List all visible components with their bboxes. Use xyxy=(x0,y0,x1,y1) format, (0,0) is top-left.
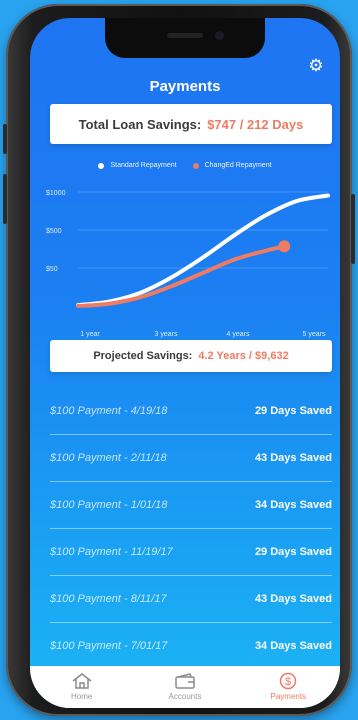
notch xyxy=(105,18,265,58)
legend-item-standard: Standard Repayment xyxy=(98,162,177,169)
payment-row[interactable]: $100 Payment - 1/01/18 34 Days Saved xyxy=(50,482,332,529)
legend-label-changed: ChangEd Repayment xyxy=(204,162,272,169)
phone-frame: ⚙ Payments Total Loan Savings: $747 / 21… xyxy=(3,4,355,716)
legend-dot-changed xyxy=(192,162,199,169)
chart-x-tick-label: 5 years xyxy=(303,331,326,338)
payment-list: $100 Payment - 4/19/18 29 Days Saved $10… xyxy=(50,388,332,670)
gear-icon[interactable]: ⚙ xyxy=(307,57,325,75)
payment-days-saved: 34 Days Saved xyxy=(254,640,332,652)
total-savings-label: Total Loan Savings: xyxy=(78,116,202,132)
payment-days-saved: 43 Days Saved xyxy=(254,452,332,464)
standard-repayment-line xyxy=(76,193,330,308)
projected-savings-value: 4.2 Years / $9,632 xyxy=(198,350,289,362)
tab-label-home: Home xyxy=(70,692,93,701)
payment-desc: $100 Payment - 11/19/17 xyxy=(50,546,173,558)
payment-row[interactable]: $100 Payment - 7/01/17 34 Days Saved xyxy=(50,623,332,670)
payment-row[interactable]: $100 Payment - 4/19/18 29 Days Saved xyxy=(50,388,332,435)
chart-y-tick-label: $50 xyxy=(46,266,58,273)
tab-payments[interactable]: $ Payments xyxy=(248,666,328,701)
total-savings-card: Total Loan Savings: $747 / 212 Days xyxy=(50,104,332,144)
projected-savings-label: Projected Savings: xyxy=(93,350,193,362)
page-title: Payments xyxy=(149,78,221,95)
wallet-icon xyxy=(175,673,195,689)
camera xyxy=(215,31,224,40)
chart-legend: Standard Repayment ChangEd Repayment xyxy=(30,162,340,169)
total-savings-value: $747 / 212 Days xyxy=(207,116,304,132)
payment-desc: $100 Payment - 1/01/18 xyxy=(50,499,168,511)
payment-desc: $100 Payment - 4/19/18 xyxy=(50,405,168,417)
home-icon xyxy=(72,673,92,689)
payment-row[interactable]: $100 Payment - 2/11/18 43 Days Saved xyxy=(50,435,332,482)
chart-y-tick-label: $500 xyxy=(46,228,62,235)
tab-home[interactable]: Home xyxy=(42,666,122,701)
speaker xyxy=(167,33,203,38)
dollar-icon: $ xyxy=(280,672,297,690)
chart-x-tick-label: 4 years xyxy=(227,331,250,338)
payment-desc: $100 Payment - 8/11/17 xyxy=(50,593,167,605)
payment-row[interactable]: $100 Payment - 8/11/17 43 Days Saved xyxy=(50,576,332,623)
legend-item-changed: ChangEd Repayment xyxy=(192,162,272,169)
tab-label-payments: Payments xyxy=(270,692,307,701)
side-button xyxy=(351,194,355,264)
tab-bar: Home Accounts $ Payments xyxy=(30,666,340,708)
legend-dot-standard xyxy=(98,162,105,169)
savings-chart: $1000 $500 $50 1 year 3 years 4 years 5 years xyxy=(46,190,330,338)
payment-days-saved: 29 Days Saved xyxy=(254,546,332,558)
tab-accounts[interactable]: Accounts xyxy=(145,666,225,701)
changed-repayment-endpoint xyxy=(278,240,291,253)
payment-days-saved: 34 Days Saved xyxy=(254,499,332,511)
payment-desc: $100 Payment - 2/11/18 xyxy=(50,452,167,464)
payment-days-saved: 43 Days Saved xyxy=(254,593,332,605)
side-button xyxy=(3,174,7,224)
payment-days-saved: 29 Days Saved xyxy=(254,405,332,417)
side-button xyxy=(3,124,7,154)
changed-repayment-line xyxy=(76,244,287,308)
app-screen: ⚙ Payments Total Loan Savings: $747 / 21… xyxy=(30,18,340,708)
svg-text:$: $ xyxy=(285,676,291,688)
tab-label-accounts: Accounts xyxy=(168,692,202,701)
chart-y-tick-label: $1000 xyxy=(46,190,66,197)
chart-x-tick-label: 3 years xyxy=(155,331,178,338)
projected-savings-card: Projected Savings: 4.2 Years / $9,632 xyxy=(50,340,332,372)
payment-row[interactable]: $100 Payment - 11/19/17 29 Days Saved xyxy=(50,529,332,576)
chart-x-tick-label: 1 year xyxy=(80,331,100,338)
legend-label-standard: Standard Repayment xyxy=(110,162,177,169)
payment-desc: $100 Payment - 7/01/17 xyxy=(50,640,168,652)
